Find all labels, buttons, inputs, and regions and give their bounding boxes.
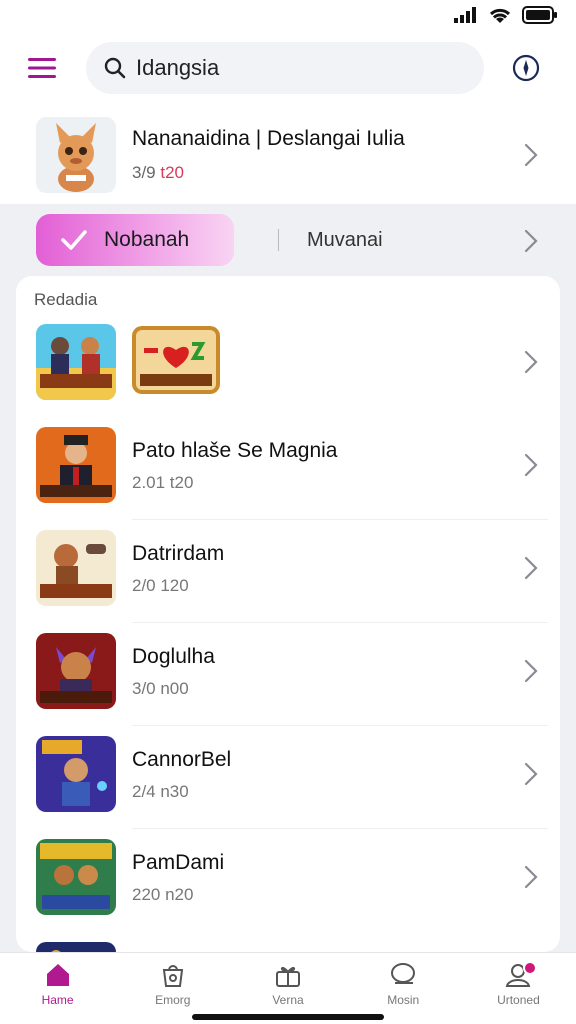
- list-card: Redadia Pato hlaše Se Magnia 2.01 t20 Da…: [16, 276, 560, 952]
- app-header: Idangsia: [0, 30, 576, 106]
- nav-label: Verna: [272, 993, 304, 1007]
- chevron-right-icon: [524, 865, 538, 889]
- featured-info: Nananaidina | Deslangai Iulia 3/9 t20: [132, 127, 405, 183]
- list-item[interactable]: CannorBel 2/4 n30: [16, 726, 560, 829]
- battery-icon: [522, 6, 557, 24]
- chevron-right-icon: [524, 350, 538, 374]
- game-thumbnail: [36, 530, 116, 606]
- status-icons: [454, 6, 558, 24]
- item-info: CannorBel 2/4 n30: [132, 748, 231, 802]
- tab-bar: Nobanah Muvanai: [0, 204, 576, 276]
- item-meta: 2/4 n30: [132, 782, 189, 801]
- nav-label: Mosin: [387, 993, 420, 1007]
- list-item[interactable]: [16, 314, 560, 417]
- item-title: Datrirdam: [132, 542, 225, 565]
- bag-icon: [162, 965, 183, 987]
- chat-icon: [391, 963, 416, 984]
- list-item[interactable]: Pato hlaše Se Magnia 2.01 t20: [16, 417, 560, 520]
- featured-meta-highlight: t20: [160, 163, 184, 182]
- tab-active[interactable]: Nobanah: [36, 214, 234, 266]
- item-meta: 2.01 t20: [132, 473, 194, 492]
- signal-icon: [454, 7, 476, 23]
- chevron-right-icon: [524, 762, 538, 786]
- game-thumbnail: [36, 942, 116, 952]
- item-title: Pato hlaše Se Magnia: [132, 439, 338, 462]
- chevron-right-icon: [524, 143, 538, 167]
- checkmark-icon: [61, 230, 87, 250]
- item-meta: 3/0 n00: [132, 679, 189, 698]
- wifi-icon: [489, 8, 511, 23]
- item-info: PamDami 220 n20: [132, 851, 224, 905]
- search-icon: [104, 57, 126, 79]
- notification-badge: [522, 961, 537, 975]
- game-thumbnail-secondary: [132, 326, 220, 394]
- tab-other[interactable]: Muvanai: [307, 229, 383, 252]
- game-thumbnail: [36, 736, 116, 812]
- nav-label: Urtoned: [497, 993, 540, 1007]
- featured-thumbnail: [36, 117, 116, 193]
- nav-label: Emorg: [155, 993, 191, 1007]
- item-info: Datrirdam 2/0 120: [132, 542, 224, 596]
- home-indicator: [192, 1014, 384, 1020]
- list-item[interactable]: [16, 932, 560, 952]
- item-title: PamDami: [132, 851, 225, 874]
- section-label: Redadia: [34, 290, 98, 309]
- status-bar: [0, 0, 576, 30]
- chevron-right-icon: [524, 556, 538, 580]
- compass-button[interactable]: [504, 46, 548, 90]
- nav-urtoned[interactable]: Urtoned: [461, 953, 576, 1024]
- chevron-right-icon: [524, 659, 538, 683]
- tab-divider: [278, 229, 279, 251]
- gift-icon: [276, 966, 300, 987]
- home-icon: [46, 964, 69, 986]
- item-meta: 220 n20: [132, 885, 194, 904]
- chevron-right-icon[interactable]: [524, 229, 538, 253]
- featured-title: Nananaidina | Deslangai Iulia: [132, 127, 405, 150]
- search-input[interactable]: Idangsia: [136, 55, 219, 81]
- game-thumbnail: [36, 633, 116, 709]
- nav-label: Hame: [41, 993, 74, 1007]
- list-item[interactable]: Doglulha 3/0 n00: [16, 623, 560, 726]
- item-meta: 2/0 120: [132, 576, 189, 595]
- featured-meta: 3/9 t20: [132, 163, 405, 183]
- game-thumbnail: [36, 427, 116, 503]
- game-thumbnail: [36, 324, 116, 400]
- nav-home[interactable]: Hame: [0, 953, 115, 1024]
- list-item[interactable]: Datrirdam 2/0 120: [16, 520, 560, 623]
- item-info: Pato hlaše Se Magnia 2.01 t20: [132, 439, 337, 493]
- compass-icon: [512, 54, 540, 82]
- item-title: Doglulha: [132, 645, 215, 668]
- search-bar[interactable]: Idangsia: [86, 42, 484, 94]
- item-title: CannorBel: [132, 748, 232, 771]
- tab-active-label: Nobanah: [104, 228, 190, 251]
- chevron-right-icon: [524, 453, 538, 477]
- featured-meta-prefix: 3/9: [132, 163, 161, 182]
- list-item[interactable]: PamDami 220 n20: [16, 829, 560, 932]
- game-thumbnail: [36, 839, 116, 915]
- hamburger-icon: [28, 58, 56, 78]
- menu-button[interactable]: [22, 48, 62, 88]
- item-info: Doglulha 3/0 n00: [132, 645, 215, 699]
- featured-item[interactable]: Nananaidina | Deslangai Iulia 3/9 t20: [0, 106, 576, 204]
